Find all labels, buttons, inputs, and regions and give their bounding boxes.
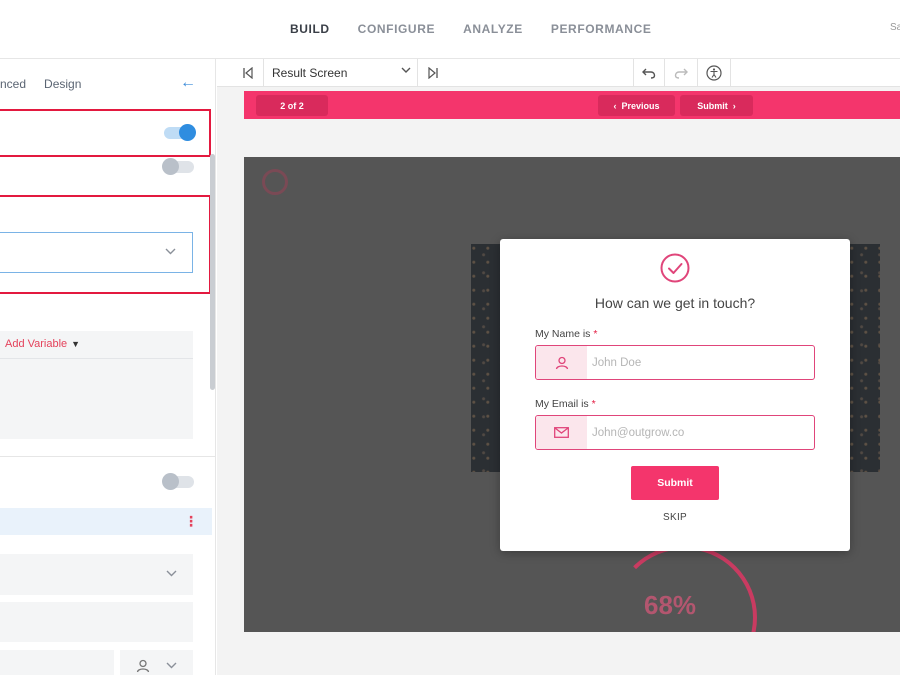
input-field-2[interactable]: [0, 650, 114, 675]
skip-forward-icon: [428, 67, 438, 79]
skip-back-icon: [243, 67, 253, 79]
chevron-down-icon: [166, 570, 177, 577]
tab-design[interactable]: Design: [44, 77, 81, 91]
panel-tabs: nced Design: [0, 77, 81, 91]
modal-title: How can we get in touch?: [594, 295, 756, 311]
submit-button[interactable]: Submit: [631, 466, 719, 500]
required-mark: *: [591, 398, 596, 410]
skip-link[interactable]: SKIP: [500, 512, 850, 523]
chevron-left-icon: ‹: [613, 100, 617, 111]
brand-logo-icon: [262, 169, 288, 195]
icon-select[interactable]: [120, 650, 193, 675]
variable-editor[interactable]: Add Variable ▼: [0, 331, 193, 439]
check-circle-icon: [660, 253, 690, 283]
accessibility-icon: [706, 65, 722, 81]
name-field[interactable]: [535, 345, 815, 380]
redo-button[interactable]: [665, 59, 698, 87]
page-indicator: 2 of 2: [256, 95, 328, 116]
accessibility-button[interactable]: [698, 59, 731, 87]
chevron-down-icon: [401, 67, 411, 73]
back-arrow-icon[interactable]: ←: [180, 74, 196, 92]
navigation-bar: 2 of 2 ‹ Previous Submit ›: [244, 91, 900, 119]
email-field[interactable]: [535, 415, 815, 450]
name-icon-box: [536, 346, 587, 379]
name-input[interactable]: [592, 346, 802, 379]
user-icon: [136, 659, 150, 673]
chevron-down-icon: [165, 248, 176, 255]
screen-select-value: Result Screen: [272, 66, 348, 80]
top-right-text[interactable]: Sa: [890, 22, 900, 33]
undo-button[interactable]: [633, 59, 665, 87]
toggle-switch-off[interactable]: [162, 158, 194, 175]
kebab-menu-icon[interactable]: ⋮: [184, 513, 198, 530]
last-screen-button[interactable]: [418, 59, 448, 87]
tab-advanced[interactable]: nced: [0, 77, 26, 91]
name-label: My Name is *: [535, 328, 597, 340]
nav-tab-build[interactable]: BUILD: [290, 22, 330, 36]
result-percent: 68%: [644, 590, 697, 620]
toggle-switch-on[interactable]: [164, 124, 196, 141]
nav-tab-analyze[interactable]: ANALYZE: [463, 22, 523, 36]
main-nav: BUILD CONFIGURE ANALYZE PERFORMANCE: [290, 22, 651, 36]
input-field[interactable]: [0, 602, 193, 642]
variable-header: Add Variable ▼: [0, 331, 193, 359]
nav-tab-configure[interactable]: CONFIGURE: [358, 22, 435, 36]
chevron-down-icon: [166, 662, 177, 669]
name-label-text: My Name is: [535, 328, 591, 340]
canvas-toolbar: Result Screen: [217, 59, 900, 87]
section-divider: [0, 456, 215, 457]
dropdown-select[interactable]: [0, 232, 193, 273]
chevron-right-icon: ›: [732, 100, 736, 111]
selected-row[interactable]: [0, 508, 212, 535]
undo-icon: [642, 68, 656, 79]
user-icon: [555, 356, 568, 369]
caret-down-icon[interactable]: ▼: [71, 339, 80, 349]
nav-tab-performance[interactable]: PERFORMANCE: [551, 22, 652, 36]
email-icon-box: [536, 416, 587, 449]
top-bar: BUILD CONFIGURE ANALYZE PERFORMANCE Sa: [0, 0, 900, 59]
first-screen-button[interactable]: [233, 59, 264, 87]
email-input[interactable]: [592, 416, 802, 449]
panel-scrollbar[interactable]: [210, 154, 215, 390]
email-label-text: My Email is: [535, 398, 589, 410]
add-variable-button[interactable]: Add Variable: [5, 338, 67, 350]
toggle-switch-off-2[interactable]: [162, 473, 194, 490]
lead-form-modal: How can we get in touch? My Name is * My…: [500, 239, 850, 551]
submit-nav-label: Submit: [697, 100, 728, 111]
screen-select-dropdown[interactable]: Result Screen: [264, 59, 418, 87]
mail-icon: [554, 427, 569, 438]
left-settings-panel: nced Design ← Add Variable ▼ ⋮: [0, 59, 216, 675]
previous-label: Previous: [621, 100, 660, 111]
redo-icon: [674, 68, 688, 79]
email-label: My Email is *: [535, 398, 596, 410]
previous-button[interactable]: ‹ Previous: [598, 95, 675, 116]
required-mark: *: [593, 328, 598, 340]
select-field-2[interactable]: [0, 554, 193, 595]
submit-nav-button[interactable]: Submit ›: [680, 95, 753, 116]
